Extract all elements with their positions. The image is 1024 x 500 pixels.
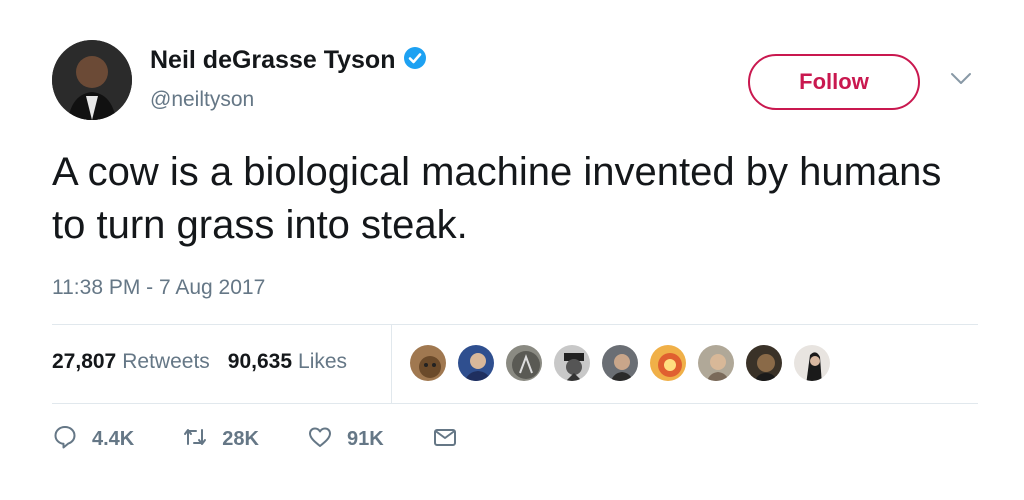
tweet-text: A cow is a biological machine invented b… bbox=[52, 150, 942, 247]
author-name-row: Neil deGrasse Tyson bbox=[150, 46, 427, 75]
divider-bottom bbox=[52, 403, 978, 404]
like-button[interactable]: 91K bbox=[307, 424, 384, 455]
reply-icon bbox=[52, 424, 78, 455]
liker-avatar[interactable] bbox=[744, 343, 784, 383]
tweet-card: Neil deGrasse Tyson @neiltyson Follow A … bbox=[0, 0, 1024, 500]
liker-avatar[interactable] bbox=[600, 343, 640, 383]
tweet-actions: 4.4K 28K 91K bbox=[52, 424, 506, 455]
retweets-count[interactable]: 27,807 bbox=[52, 350, 116, 374]
author-avatar[interactable] bbox=[52, 40, 132, 120]
reply-button[interactable]: 4.4K bbox=[52, 424, 134, 455]
author-name[interactable]: Neil deGrasse Tyson bbox=[150, 46, 395, 75]
verified-badge-icon bbox=[395, 46, 427, 75]
liker-avatar[interactable] bbox=[408, 343, 448, 383]
reply-count: 4.4K bbox=[92, 428, 135, 450]
liker-avatar[interactable] bbox=[456, 343, 496, 383]
message-icon bbox=[432, 424, 458, 455]
retweet-count: 28K bbox=[222, 428, 259, 450]
liker-avatar[interactable] bbox=[504, 343, 544, 383]
heart-icon bbox=[307, 424, 333, 455]
liker-avatar[interactable] bbox=[552, 343, 592, 383]
author-handle[interactable]: @neiltyson bbox=[150, 88, 254, 112]
liker-avatar[interactable] bbox=[792, 343, 832, 383]
likes-label[interactable]: Likes bbox=[298, 350, 347, 374]
like-count: 91K bbox=[346, 428, 384, 450]
follow-button[interactable]: Follow bbox=[748, 54, 920, 110]
liker-avatar[interactable] bbox=[648, 343, 688, 383]
liker-avatars bbox=[408, 343, 840, 383]
liker-avatar[interactable] bbox=[696, 343, 736, 383]
retweets-label[interactable]: Retweets bbox=[122, 350, 210, 374]
stats-separator bbox=[391, 324, 392, 404]
divider-top bbox=[52, 324, 978, 325]
likes-count[interactable]: 90,635 bbox=[228, 350, 292, 374]
retweet-button[interactable]: 28K bbox=[182, 424, 259, 455]
engagement-stats: 27,807 Retweets 90,635 Likes bbox=[52, 350, 365, 374]
tweet-timestamp[interactable]: 11:38 PM - 7 Aug 2017 bbox=[52, 276, 265, 300]
message-button[interactable] bbox=[432, 424, 458, 455]
retweet-icon bbox=[182, 424, 208, 455]
